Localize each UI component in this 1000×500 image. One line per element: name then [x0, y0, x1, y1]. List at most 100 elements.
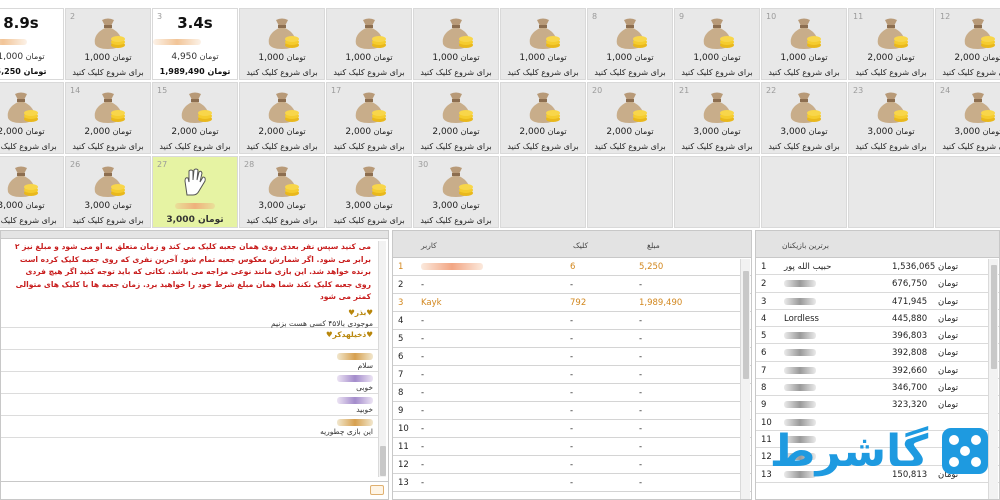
top-player-row: 3 471,945 تومان [756, 293, 999, 310]
bid-row: 9 - - - [393, 402, 751, 420]
box-4[interactable]: تومان 1,000 برای شروع کلیک کنید [239, 8, 325, 80]
chat-message: ♥ذخیلهدکر♥ [1, 328, 379, 350]
bids-scrollbar[interactable] [740, 259, 750, 499]
box-price: تومان 3,000 [432, 201, 480, 211]
box-35 [848, 156, 934, 228]
box-20[interactable]: 20 تومان 2,000 برای شروع کلیک کنید [587, 82, 673, 154]
chat-message-list: ♥بذر♥ موجودی بالا۴۵ کسی هست بزنیم ♥ذخیلهدک… [1, 306, 388, 438]
money-bag-icon [1, 90, 41, 124]
box-30[interactable]: 30 تومان 3,000 برای شروع کلیک کنید [413, 156, 499, 228]
box-21[interactable]: 21 تومان 3,000 برای شروع کلیک کنید [674, 82, 760, 154]
box-11[interactable]: 11 تومان 2,000 برای شروع کلیک کنید [848, 8, 934, 80]
box-price: تومان 2,000 [84, 127, 132, 137]
money-bag-icon [262, 90, 302, 124]
chat-scrollbar[interactable] [378, 241, 386, 477]
box-31 [500, 156, 586, 228]
box-36 [935, 156, 1000, 228]
start-prompt: برای شروع کلیک کنید [507, 68, 579, 77]
box-17[interactable]: 17 تومان 2,000 برای شروع کلیک کنید [326, 82, 412, 154]
box-2[interactable]: 2 تومان 1,000 برای شروع کلیک کنید [65, 8, 151, 80]
box-12[interactable]: 12 تومان 2,000 برای شروع کلیک کنید [935, 8, 1000, 80]
box-25[interactable]: تومان 3,000 برای شروع کلیک کنید [0, 156, 64, 228]
box-9[interactable]: 9 تومان 1,000 برای شروع کلیک کنید [674, 8, 760, 80]
top-player-rank: 3 [761, 296, 767, 307]
box-18[interactable]: تومان 2,000 برای شروع کلیک کنید [413, 82, 499, 154]
top-player-name-masked [784, 349, 816, 357]
money-bag-icon [262, 16, 302, 50]
countdown-timer: 3.4s [177, 14, 213, 32]
box-16[interactable]: تومان 2,000 برای شروع کلیک کنید [239, 82, 325, 154]
dice-logo-icon [942, 428, 988, 474]
box-7[interactable]: تومان 1,000 برای شروع کلیک کنید [500, 8, 586, 80]
box-15[interactable]: 15 تومان 2,000 برای شروع کلیک کنید [152, 82, 238, 154]
bids-panel: کاربر کلیک مبلغ 1 6 5,250 2 - - - 3 Kayk 792 1,989… [392, 230, 752, 500]
box-22[interactable]: 22 تومان 3,000 برای شروع کلیک کنید [761, 82, 847, 154]
box-number: 11 [853, 12, 864, 21]
message-text: سلام [357, 360, 373, 370]
box-23[interactable]: 23 تومان 3,000 برای شروع کلیک کنید [848, 82, 934, 154]
box-29[interactable]: تومان 3,000 برای شروع کلیک کنید [326, 156, 412, 228]
message-author-masked [337, 396, 373, 404]
message-author-masked [337, 374, 373, 382]
box-price: تومان 2,000 [345, 127, 393, 137]
top-player-name-masked [784, 297, 816, 305]
box-price: تومان 1,000 [258, 53, 306, 63]
box-3[interactable]: 3 3.4s تومان 4,950 تومان 1,989,490 [152, 8, 238, 80]
box-price: تومان 1,000 [780, 53, 828, 63]
box-5[interactable]: تومان 1,000 برای شروع کلیک کنید [326, 8, 412, 80]
box-13[interactable]: تومان 2,000 برای شروع کلیک کنید [0, 82, 64, 154]
box-number: 15 [157, 86, 168, 95]
player-name-masked [0, 39, 27, 45]
bid-row: 10 - - - [393, 420, 751, 438]
box-number: 26 [70, 160, 81, 169]
box-price: تومان 2,000 [519, 127, 567, 137]
chat-scrollbar-thumb[interactable] [380, 446, 386, 476]
top-player-currency: تومان [938, 279, 959, 290]
bid-user: - [421, 460, 425, 470]
box-price: تومان 3,000 [693, 127, 741, 137]
box-1[interactable]: 8.9s تومان 1,000 تومان 5,250 [0, 8, 64, 80]
top-players-scrollbar-thumb[interactable] [991, 265, 997, 369]
send-icon[interactable] [370, 485, 384, 495]
top-player-rank: 9 [761, 400, 767, 411]
money-bag-icon [958, 90, 998, 124]
box-33 [674, 156, 760, 228]
start-prompt: برای شروع کلیک کنید [72, 142, 144, 151]
start-prompt: برای شروع کلیک کنید [246, 216, 318, 225]
box-19[interactable]: تومان 2,000 برای شروع کلیک کنید [500, 82, 586, 154]
top-player-amount: 323,320 [892, 400, 928, 411]
chat-message: این بازی چطوریه [1, 416, 379, 438]
box-8[interactable]: 8 تومان 1,000 برای شروع کلیک کنید [587, 8, 673, 80]
box-26[interactable]: 26 تومان 3,000 برای شروع کلیک کنید [65, 156, 151, 228]
start-prompt: برای شروع کلیک کنید [246, 142, 318, 151]
bid-user: Kayk [421, 298, 442, 308]
money-bag-icon [88, 90, 128, 124]
start-prompt: برای شروع کلیک کنید [333, 216, 405, 225]
message-author-masked [337, 418, 373, 426]
bids-scrollbar-thumb[interactable] [743, 271, 749, 379]
start-prompt: برای شروع کلیک کنید [768, 68, 840, 77]
game-screen: 8.9s تومان 1,000 تومان 5,250 2 تومان 1,000 بر… [0, 0, 1000, 500]
money-bag-icon [784, 90, 824, 124]
box-27[interactable]: 27 تومان 3,000 [152, 156, 238, 228]
box-14[interactable]: 14 تومان 2,000 برای شروع کلیک کنید [65, 82, 151, 154]
top-player-currency: تومان [938, 365, 959, 376]
bids-header-user: کاربر [421, 241, 437, 250]
box-28[interactable]: 28 تومان 3,000 برای شروع کلیک کنید [239, 156, 325, 228]
box-10[interactable]: 10 تومان 1,000 برای شروع کلیک کنید [761, 8, 847, 80]
player-name-masked [153, 39, 201, 45]
bid-clicks: - [570, 370, 574, 380]
box-price: تومان 3,000 [867, 127, 915, 137]
box-number: 20 [592, 86, 603, 95]
box-6[interactable]: تومان 1,000 برای شروع کلیک کنید [413, 8, 499, 80]
bid-amount: 5,250 [639, 262, 664, 272]
start-prompt: برای شروع کلیک کنید [942, 142, 1000, 151]
chat-input[interactable] [1, 481, 388, 499]
box-number: 30 [418, 160, 429, 169]
top-player-name-masked [784, 401, 816, 409]
top-player-amount: 392,808 [892, 348, 928, 359]
box-price: تومان 3,000 [954, 127, 1000, 137]
bid-rank: 8 [398, 388, 404, 398]
top-player-amount: 445,880 [892, 313, 928, 324]
box-24[interactable]: 24 تومان 3,000 برای شروع کلیک کنید [935, 82, 1000, 154]
